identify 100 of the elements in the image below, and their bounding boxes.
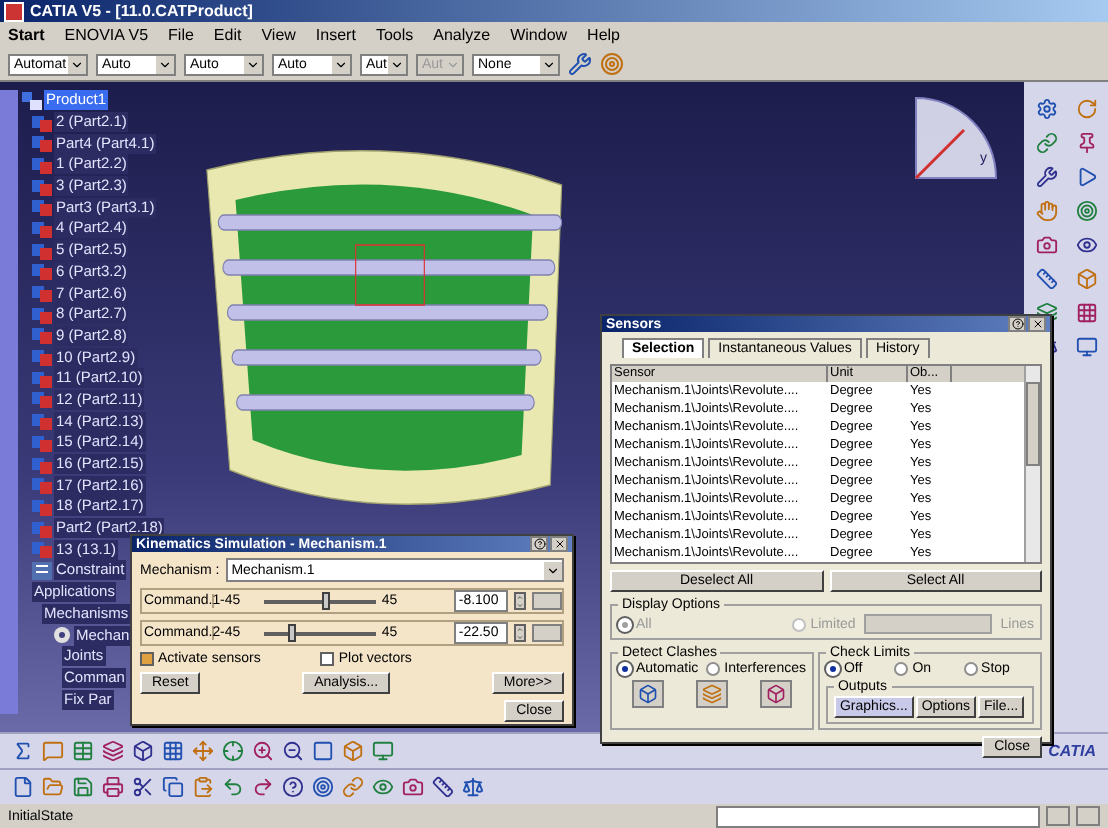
radio-button[interactable] [963,662,978,676]
paste-icon[interactable] [192,776,214,798]
slider-thumb[interactable] [288,623,297,641]
part-icon [32,284,52,303]
menu-item[interactable]: File [168,26,194,44]
close-button[interactable] [1028,316,1046,332]
menu-item[interactable]: Window [510,26,568,44]
target-icon[interactable] [312,776,334,798]
rotate-icon[interactable] [1075,98,1097,120]
monitor-icon[interactable] [1075,336,1097,358]
part-icon [32,326,52,345]
printer-icon[interactable] [102,776,124,798]
part-icon [32,348,52,367]
link-icon[interactable] [1035,132,1057,154]
menu-item[interactable]: Analyze [433,26,491,44]
table-icon[interactable] [72,740,94,762]
gear-icon[interactable] [1035,98,1057,120]
spinner-icon[interactable] [514,592,527,610]
status-button[interactable] [1076,806,1100,826]
clash-button[interactable] [631,680,664,708]
caret-icon [546,563,560,577]
grid-icon[interactable] [162,740,184,762]
cube-icon[interactable] [132,740,154,762]
ruler-icon[interactable] [432,776,454,798]
copy-icon[interactable] [162,776,184,798]
part-icon [32,134,52,153]
compass-drawing[interactable] [914,97,997,180]
comment-icon[interactable] [42,740,64,762]
part-icon [32,455,52,474]
help-button[interactable] [1008,316,1026,332]
part-icon [32,155,52,174]
app-icon [4,1,24,21]
constraint-icon [32,561,52,580]
pan-icon[interactable] [192,740,214,762]
product-icon [22,91,42,110]
checkbox[interactable] [320,652,335,666]
help-icon [533,538,545,550]
more-button[interactable] [532,624,563,642]
wrench-icon[interactable] [1035,166,1057,188]
command-input[interactable] [716,805,1040,827]
scale-icon[interactable] [462,776,484,798]
redo-icon[interactable] [252,776,274,798]
cut-icon[interactable] [132,776,154,798]
scroll-bar[interactable] [1024,366,1040,562]
save-icon[interactable] [72,776,94,798]
menu-item[interactable]: Insert [315,26,356,44]
menu-item[interactable]: Start [8,26,45,44]
crosshair-icon[interactable] [222,740,244,762]
caret-icon [334,57,348,71]
eye-icon[interactable] [372,776,394,798]
checkbox[interactable] [140,652,154,666]
status-button[interactable] [1046,806,1070,826]
wrench-icon[interactable] [568,52,592,76]
camera-icon[interactable] [1035,234,1057,256]
play-icon[interactable] [1075,166,1097,188]
undo-icon[interactable] [222,776,244,798]
help-button[interactable] [530,536,548,552]
menu-item[interactable]: Help [587,26,620,44]
close-button[interactable] [550,536,568,552]
ruler-icon[interactable] [1035,268,1057,290]
new-file-icon[interactable] [12,776,34,798]
grid-icon[interactable] [1075,302,1097,324]
menu-item[interactable]: Edit [213,26,242,44]
part-icon [32,369,52,388]
part-icon [32,412,52,431]
slider-thumb[interactable] [321,591,330,609]
help-icon[interactable] [282,776,304,798]
radio-button[interactable] [894,662,909,676]
cube-icon [766,684,787,704]
monitor-icon[interactable] [372,740,394,762]
part-icon [32,241,52,260]
caret-icon [70,57,84,71]
layers-icon[interactable] [1035,302,1057,324]
part-icon [32,177,52,196]
square-icon[interactable] [312,740,334,762]
target-icon[interactable] [1075,200,1097,222]
formula-icon[interactable] [12,740,34,762]
clash-button[interactable] [760,680,793,708]
menu-item[interactable]: Tools [375,26,414,44]
mechanism-icon [52,626,72,645]
part-icon [32,433,52,452]
lines-field[interactable] [863,614,993,634]
zoom-out-icon[interactable] [282,740,304,762]
more-button[interactable] [532,592,563,610]
zoom-in-icon[interactable] [252,740,274,762]
menu-item[interactable]: View [261,26,296,44]
link-icon[interactable] [342,776,364,798]
menu-item[interactable]: ENOVIA V5 [64,26,149,44]
part-icon [32,519,52,538]
radio-button[interactable] [706,662,721,676]
pin-icon[interactable] [1075,132,1097,154]
eye-icon[interactable] [1075,234,1097,256]
part-icon [32,198,52,217]
cube-icon [637,684,658,704]
folder-icon[interactable] [42,776,64,798]
part-icon [32,113,52,132]
clash-button[interactable] [695,680,728,708]
hand-icon[interactable] [1035,200,1057,222]
spinner-icon[interactable] [514,624,527,642]
camera-icon[interactable] [402,776,424,798]
